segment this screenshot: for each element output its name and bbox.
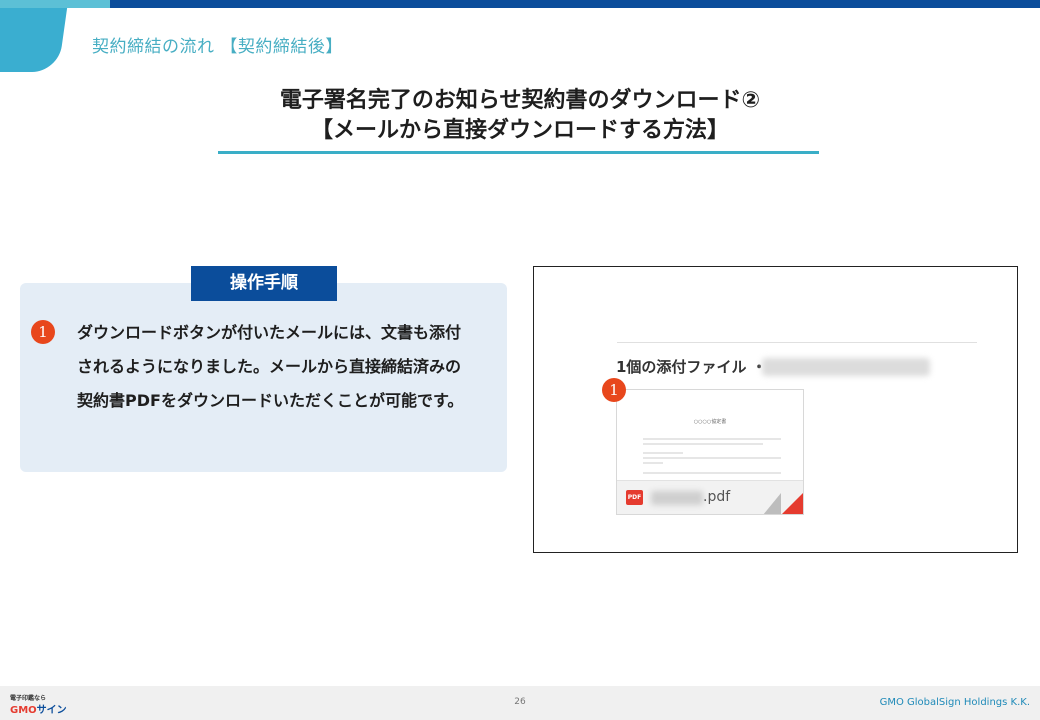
pdf-file-icon: PDF (626, 490, 643, 505)
page-title-line-1: 電子署名完了のお知らせ契約書のダウンロード② (279, 88, 761, 113)
pdf-attachment-card[interactable]: ○○○○協定書 PDF .pdf (616, 389, 804, 515)
title-underline (218, 151, 819, 154)
top-accent-bar (0, 0, 1040, 8)
document-preview-line (643, 457, 781, 459)
top-accent-bar-light (0, 0, 110, 8)
pdf-file-footer: PDF .pdf (617, 480, 803, 514)
document-preview-line (643, 472, 781, 474)
page-title: 電子署名完了のお知らせ契約書のダウンロード② 【メールから直接ダウンロードする方… (0, 86, 1040, 146)
blurred-filename (651, 491, 703, 505)
step-number-badge: 1 (31, 320, 55, 344)
document-preview-line (643, 452, 683, 454)
page-curl-shadow (763, 493, 781, 514)
breadcrumb: 契約締結の流れ 【契約締結後】 (92, 37, 343, 57)
document-preview-title: ○○○○協定書 (693, 419, 727, 425)
screenshot-step-badge: 1 (602, 378, 626, 402)
document-preview-line (643, 438, 781, 440)
corner-decoration (0, 0, 74, 72)
page-curl-icon (781, 493, 803, 514)
pdf-file-extension: .pdf (703, 489, 731, 505)
attachment-count-label: 1個の添付ファイル ・ (616, 358, 767, 376)
procedure-tab-label: 操作手順 (191, 266, 337, 301)
company-name: GMO GlobalSign Holdings K.K. (879, 697, 1030, 708)
document-preview-line (643, 462, 663, 464)
document-preview-line (643, 443, 763, 445)
page-title-line-2: 【メールから直接ダウンロードする方法】 (310, 118, 729, 143)
blurred-subject (762, 358, 930, 376)
step-description: ダウンロードボタンが付いたメールには、文書も添付されるようになりました。メールか… (77, 323, 464, 410)
screenshot-divider (617, 342, 977, 343)
